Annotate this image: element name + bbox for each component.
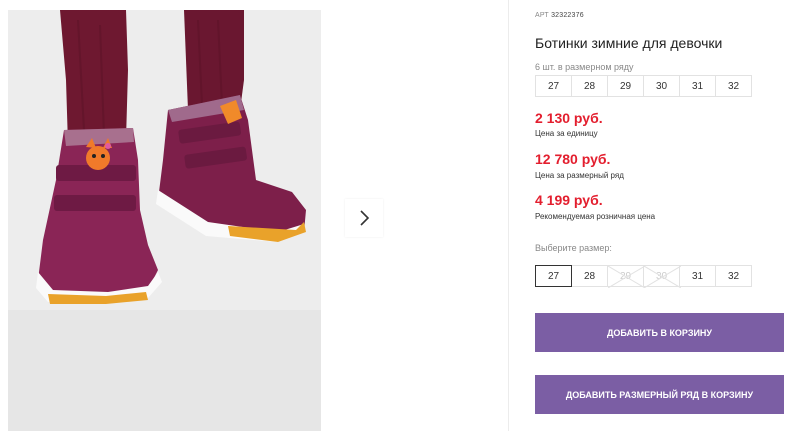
add-series-to-cart-button[interactable]: Добавить размерный ряд в корзину: [535, 375, 784, 414]
unavailable-cross-icon: [608, 266, 645, 288]
product-gallery: [0, 0, 509, 431]
series-size-cell: 32: [715, 75, 752, 97]
unit-price: 2 130 руб.: [535, 110, 603, 126]
series-price: 12 780 руб.: [535, 151, 611, 167]
gallery-next-button[interactable]: [345, 199, 383, 237]
chevron-right-icon: [360, 210, 370, 226]
retail-price-caption: Рекомендуемая розничная цена: [535, 212, 656, 221]
unit-price-caption: Цена за единицу: [535, 129, 598, 138]
series-caption: 6 шт. в размерном ряду: [535, 62, 634, 72]
unavailable-cross-icon: [644, 266, 681, 288]
series-price-caption: Цена за размерный ряд: [535, 171, 624, 180]
size-option[interactable]: 31: [679, 265, 716, 287]
series-size-cell: 28: [571, 75, 608, 97]
size-picker: 27 28 29 30 31 32: [535, 265, 752, 288]
series-size-cell: 30: [643, 75, 680, 97]
product-title: Ботинки зимние для девочки: [535, 35, 723, 51]
size-option-unavailable: 30: [643, 265, 681, 288]
product-photo[interactable]: [8, 10, 321, 431]
retail-price: 4 199 руб.: [535, 192, 603, 208]
size-option-unavailable: 29: [607, 265, 645, 288]
series-sizes: 27 28 29 30 31 32: [535, 75, 752, 97]
boots-illustration: [8, 10, 321, 431]
series-size-cell: 31: [679, 75, 716, 97]
article-number: АРТ 32322376: [535, 12, 584, 19]
size-option[interactable]: 28: [571, 265, 608, 287]
series-size-cell: 27: [535, 75, 572, 97]
series-size-cell: 29: [607, 75, 644, 97]
choose-size-caption: Выберите размер:: [535, 243, 612, 253]
size-option[interactable]: 32: [715, 265, 752, 287]
size-option-selected[interactable]: 27: [535, 265, 572, 287]
add-to-cart-button[interactable]: Добавить в корзину: [535, 313, 784, 352]
